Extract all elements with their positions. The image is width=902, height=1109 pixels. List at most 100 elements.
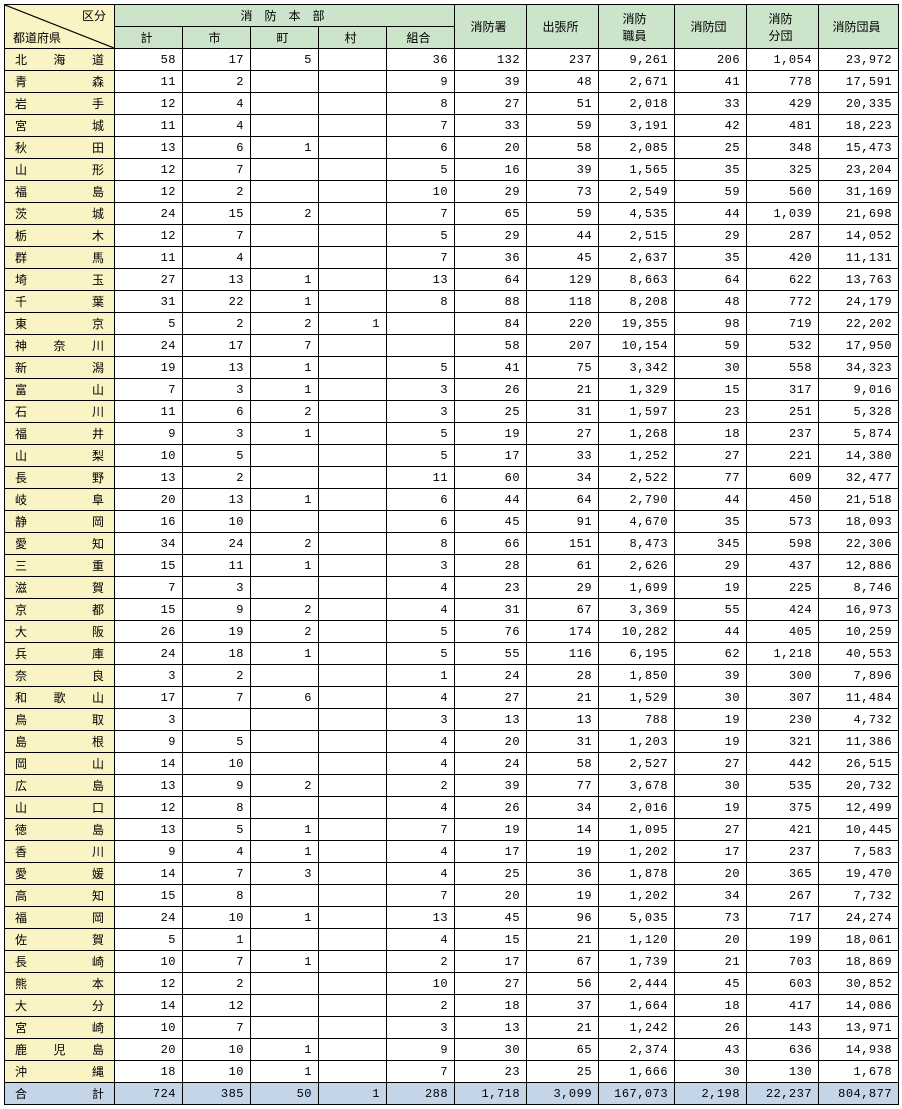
value-cell: 39 bbox=[455, 71, 527, 93]
value-cell: 421 bbox=[747, 819, 819, 841]
value-cell bbox=[251, 577, 319, 599]
value-cell: 15 bbox=[675, 379, 747, 401]
value-cell: 21 bbox=[527, 687, 599, 709]
value-cell: 64 bbox=[455, 269, 527, 291]
value-cell: 29 bbox=[675, 225, 747, 247]
value-cell: 609 bbox=[747, 467, 819, 489]
value-cell: 7 bbox=[183, 1017, 251, 1039]
value-cell: 7 bbox=[115, 577, 183, 599]
value-cell bbox=[319, 445, 387, 467]
value-cell: 8 bbox=[387, 291, 455, 313]
value-cell: 21 bbox=[527, 379, 599, 401]
value-cell bbox=[251, 181, 319, 203]
value-cell: 24 bbox=[455, 753, 527, 775]
header-fire-hq: 消 防 本 部 bbox=[115, 5, 455, 27]
value-cell: 20 bbox=[675, 929, 747, 951]
total-value-cell: 1 bbox=[319, 1083, 387, 1105]
value-cell: 34 bbox=[527, 467, 599, 489]
value-cell bbox=[251, 511, 319, 533]
value-cell bbox=[319, 137, 387, 159]
prefecture-cell: 沖 縄 bbox=[5, 1061, 115, 1083]
prefecture-cell: 香 川 bbox=[5, 841, 115, 863]
value-cell: 26 bbox=[675, 1017, 747, 1039]
value-cell bbox=[251, 225, 319, 247]
value-cell: 1,203 bbox=[599, 731, 675, 753]
value-cell: 17 bbox=[455, 841, 527, 863]
value-cell: 34 bbox=[675, 885, 747, 907]
header-stations: 消防署 bbox=[455, 5, 527, 49]
value-cell: 29 bbox=[455, 225, 527, 247]
value-cell: 287 bbox=[747, 225, 819, 247]
table-row: 北 海 道58175361322379,2612061,05423,972 bbox=[5, 49, 899, 71]
value-cell: 7 bbox=[115, 379, 183, 401]
prefecture-cell: 秋 田 bbox=[5, 137, 115, 159]
prefecture-cell: 滋 賀 bbox=[5, 577, 115, 599]
value-cell bbox=[319, 511, 387, 533]
value-cell: 8 bbox=[183, 797, 251, 819]
value-cell: 91 bbox=[527, 511, 599, 533]
value-cell: 24 bbox=[115, 203, 183, 225]
value-cell: 20 bbox=[115, 1039, 183, 1061]
value-cell: 1 bbox=[251, 643, 319, 665]
value-cell: 67 bbox=[527, 599, 599, 621]
value-cell bbox=[319, 621, 387, 643]
header-sub-village: 村 bbox=[319, 27, 387, 49]
value-cell: 7 bbox=[387, 203, 455, 225]
value-cell bbox=[319, 49, 387, 71]
value-cell: 6 bbox=[251, 687, 319, 709]
prefecture-cell: 大 分 bbox=[5, 995, 115, 1017]
value-cell: 58 bbox=[527, 137, 599, 159]
value-cell: 417 bbox=[747, 995, 819, 1017]
value-cell: 44 bbox=[675, 621, 747, 643]
value-cell: 1,120 bbox=[599, 929, 675, 951]
value-cell: 2,549 bbox=[599, 181, 675, 203]
value-cell: 5 bbox=[387, 159, 455, 181]
prefecture-cell: 佐 賀 bbox=[5, 929, 115, 951]
value-cell: 13 bbox=[115, 775, 183, 797]
value-cell: 6 bbox=[183, 401, 251, 423]
table-row: 福 島1221029732,5495956031,169 bbox=[5, 181, 899, 203]
value-cell: 17 bbox=[675, 841, 747, 863]
total-value-cell: 167,073 bbox=[599, 1083, 675, 1105]
table-row: 鹿 児 島20101930652,3744363614,938 bbox=[5, 1039, 899, 1061]
value-cell: 9,016 bbox=[819, 379, 899, 401]
value-cell bbox=[251, 467, 319, 489]
fire-stats-table: 区分 都道府県 消 防 本 部 消防署 出張所 消防職員 消防団 消防分団 消防… bbox=[4, 4, 899, 1105]
header-sub-union: 組合 bbox=[387, 27, 455, 49]
value-cell: 3 bbox=[387, 401, 455, 423]
value-cell: 67 bbox=[527, 951, 599, 973]
value-cell: 7,732 bbox=[819, 885, 899, 907]
value-cell: 717 bbox=[747, 907, 819, 929]
value-cell: 21 bbox=[527, 929, 599, 951]
value-cell: 45 bbox=[675, 973, 747, 995]
value-cell: 10 bbox=[115, 1017, 183, 1039]
value-cell: 75 bbox=[527, 357, 599, 379]
value-cell: 64 bbox=[675, 269, 747, 291]
value-cell: 12,499 bbox=[819, 797, 899, 819]
prefecture-cell: 千 葉 bbox=[5, 291, 115, 313]
value-cell: 10 bbox=[183, 1061, 251, 1083]
value-cell: 18,223 bbox=[819, 115, 899, 137]
value-cell: 116 bbox=[527, 643, 599, 665]
value-cell: 27 bbox=[455, 93, 527, 115]
value-cell: 2 bbox=[251, 599, 319, 621]
value-cell: 5 bbox=[387, 357, 455, 379]
value-cell: 19 bbox=[455, 423, 527, 445]
value-cell: 35 bbox=[675, 511, 747, 533]
value-cell: 2 bbox=[183, 313, 251, 335]
value-cell: 13 bbox=[183, 357, 251, 379]
value-cell: 39 bbox=[527, 159, 599, 181]
table-row: 群 馬114736452,6373542011,131 bbox=[5, 247, 899, 269]
value-cell: 4 bbox=[387, 599, 455, 621]
value-cell: 15 bbox=[115, 885, 183, 907]
value-cell bbox=[319, 467, 387, 489]
value-cell: 11 bbox=[115, 401, 183, 423]
value-cell bbox=[319, 291, 387, 313]
value-cell: 62 bbox=[675, 643, 747, 665]
value-cell: 27 bbox=[675, 445, 747, 467]
value-cell: 2,444 bbox=[599, 973, 675, 995]
value-cell: 450 bbox=[747, 489, 819, 511]
value-cell: 19,470 bbox=[819, 863, 899, 885]
value-cell: 11 bbox=[115, 71, 183, 93]
prefecture-cell: 兵 庫 bbox=[5, 643, 115, 665]
